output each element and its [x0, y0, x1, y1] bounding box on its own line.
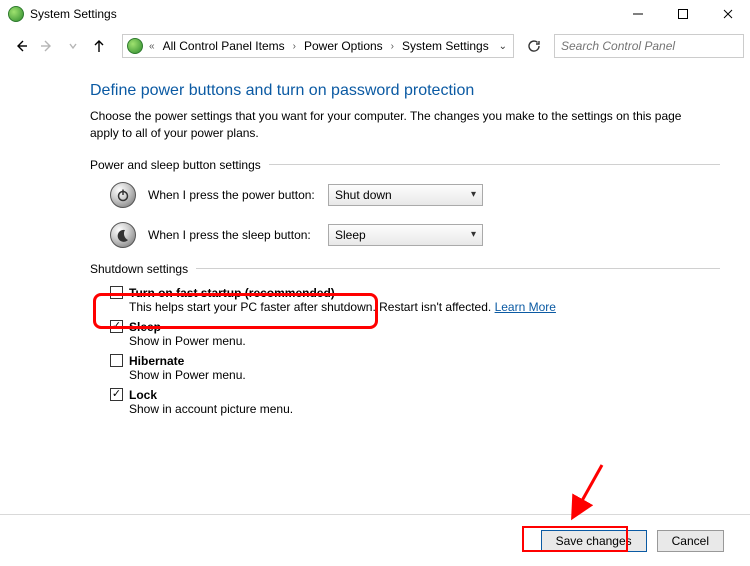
sleep-checkbox[interactable] — [110, 320, 123, 333]
sleep-button-label: When I press the sleep button: — [148, 228, 328, 242]
group-power-sleep: Power and sleep button settings — [90, 158, 720, 172]
breadcrumb-item-0[interactable]: All Control Panel Items — [159, 39, 289, 53]
group-shutdown: Shutdown settings — [90, 262, 720, 276]
hibernate-label: Hibernate — [129, 354, 184, 368]
breadcrumb-dropdown[interactable]: ⌄ — [499, 41, 511, 52]
shutdown-list: Turn on fast startup (recommended) This … — [110, 286, 720, 416]
content: Define power buttons and turn on passwor… — [0, 64, 750, 416]
learn-more-link[interactable]: Learn More — [495, 300, 556, 314]
chevron-right-icon: › — [289, 41, 300, 52]
save-button[interactable]: Save changes — [541, 530, 647, 552]
breadcrumb-item-2[interactable]: System Settings — [398, 39, 493, 53]
group-label-shutdown: Shutdown settings — [90, 262, 188, 276]
lock-desc: Show in account picture menu. — [129, 402, 720, 416]
navbar: « All Control Panel Items › Power Option… — [0, 28, 750, 64]
sleep-button-value: Sleep — [335, 228, 366, 242]
window-controls — [615, 0, 750, 28]
window-title: System Settings — [30, 7, 117, 21]
titlebar: System Settings — [0, 0, 750, 28]
refresh-button[interactable] — [522, 34, 546, 58]
forward-button[interactable] — [38, 37, 56, 55]
breadcrumb[interactable]: « All Control Panel Items › Power Option… — [122, 34, 514, 58]
up-button[interactable] — [90, 37, 108, 55]
fast-startup-label: Turn on fast startup (recommended) — [129, 286, 335, 300]
search-input[interactable] — [555, 35, 743, 57]
sleep-button-dropdown[interactable]: Sleep — [328, 224, 483, 246]
hibernate-desc: Show in Power menu. — [129, 368, 720, 382]
chevron-right-icon: › — [387, 41, 398, 52]
breadcrumb-icon — [127, 38, 143, 54]
hibernate-row: Hibernate Show in Power menu. — [110, 354, 720, 382]
power-button-dropdown[interactable]: Shut down — [328, 184, 483, 206]
fast-startup-row: Turn on fast startup (recommended) This … — [110, 286, 720, 314]
page-subtext: Choose the power settings that you want … — [90, 108, 690, 142]
cancel-button[interactable]: Cancel — [657, 530, 724, 552]
lock-row: Lock Show in account picture menu. — [110, 388, 720, 416]
divider — [196, 268, 720, 269]
sleep-button-row: When I press the sleep button: Sleep — [110, 222, 720, 248]
close-button[interactable] — [705, 0, 750, 28]
recent-dropdown[interactable] — [64, 37, 82, 55]
power-button-row: When I press the power button: Shut down — [110, 182, 720, 208]
sleep-icon — [110, 222, 136, 248]
power-button-value: Shut down — [335, 188, 392, 202]
footer: Save changes Cancel — [0, 514, 750, 566]
sleep-row: Sleep Show in Power menu. — [110, 320, 720, 348]
power-button-label: When I press the power button: — [148, 188, 328, 202]
breadcrumb-item-1[interactable]: Power Options — [300, 39, 387, 53]
divider — [269, 164, 720, 165]
group-label-buttons: Power and sleep button settings — [90, 158, 261, 172]
maximize-button[interactable] — [660, 0, 705, 28]
app-icon — [8, 6, 24, 22]
power-icon — [110, 182, 136, 208]
lock-label: Lock — [129, 388, 157, 402]
sleep-desc: Show in Power menu. — [129, 334, 720, 348]
minimize-button[interactable] — [615, 0, 660, 28]
fast-startup-checkbox[interactable] — [110, 286, 123, 299]
page-heading: Define power buttons and turn on passwor… — [90, 82, 720, 100]
search-box[interactable] — [554, 34, 744, 58]
hibernate-checkbox[interactable] — [110, 354, 123, 367]
sleep-label: Sleep — [129, 320, 161, 334]
lock-checkbox[interactable] — [110, 388, 123, 401]
fast-startup-desc: This helps start your PC faster after sh… — [129, 300, 720, 314]
back-button[interactable] — [12, 37, 30, 55]
breadcrumb-sep: « — [145, 41, 159, 52]
